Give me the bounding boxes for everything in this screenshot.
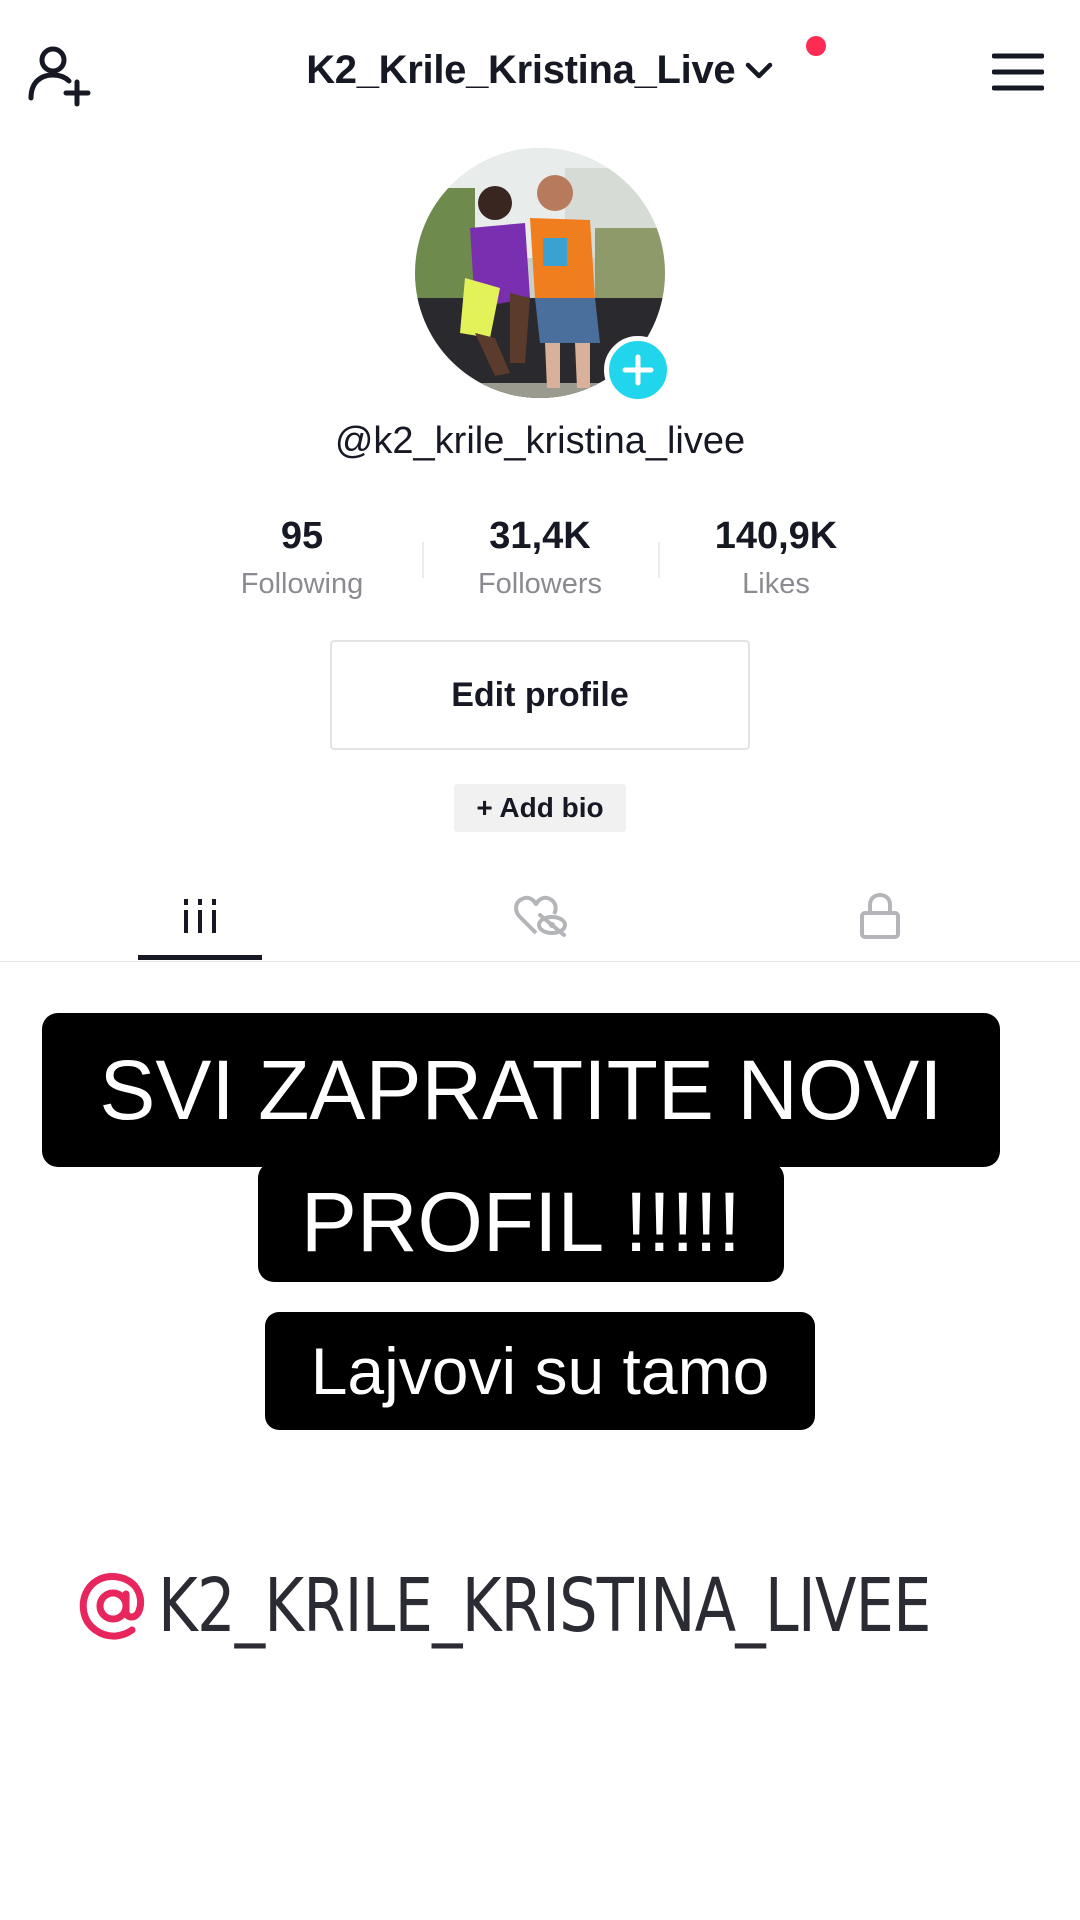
add-bio-button[interactable]: + Add bio	[454, 784, 626, 832]
overlay-caption-1: SVI ZAPRATITE NOVI	[42, 1013, 1000, 1167]
stat-value: 140,9K	[714, 515, 838, 557]
active-tab-indicator	[138, 955, 262, 960]
tab-liked[interactable]	[440, 870, 640, 962]
chevron-down-icon	[744, 60, 774, 82]
lock-icon	[860, 892, 900, 939]
mention-sticker[interactable]: K2_KRILE_KRISTINA_LIVEE	[76, 1556, 1080, 1656]
stat-divider	[658, 542, 660, 578]
stat-likes[interactable]: 140,9K Likes	[666, 512, 886, 601]
stat-divider	[422, 542, 424, 578]
profile-tabs	[0, 870, 1080, 962]
stat-value: 31,4K	[489, 515, 591, 557]
overlay-caption-3: Lajvovi su tamo	[265, 1312, 815, 1430]
stat-following[interactable]: 95 Following	[192, 512, 412, 601]
stat-label: Followers	[477, 568, 603, 600]
account-switcher[interactable]: K2_Krile_Kristina_Live	[0, 48, 1080, 93]
stat-followers[interactable]: 31,4K Followers	[430, 512, 650, 601]
account-title: K2_Krile_Kristina_Live	[306, 48, 736, 92]
videos-grid-icon	[184, 899, 216, 933]
stat-label: Following	[240, 568, 364, 600]
notification-dot	[806, 36, 826, 56]
plus-icon	[622, 354, 654, 386]
hamburger-menu-icon[interactable]	[991, 52, 1045, 92]
profile-handle: @k2_krile_kristina_livee	[334, 420, 746, 462]
mention-text: K2_KRILE_KRISTINA_LIVEE	[158, 1563, 932, 1649]
liked-hidden-icon	[514, 895, 567, 937]
tab-videos[interactable]	[100, 870, 300, 962]
tab-private[interactable]	[780, 870, 980, 962]
stat-label: Likes	[742, 568, 810, 600]
at-sign-icon	[79, 1573, 145, 1640]
edit-profile-button[interactable]: Edit profile	[330, 640, 750, 750]
top-bar: K2_Krile_Kristina_Live	[0, 0, 1080, 150]
profile-stats: 95 Following 31,4K Followers 140,9K Like…	[0, 512, 1080, 612]
avatar-add-button[interactable]	[604, 336, 672, 404]
stat-value: 95	[280, 515, 324, 557]
overlay-caption-2: PROFIL !!!!!	[258, 1162, 784, 1282]
